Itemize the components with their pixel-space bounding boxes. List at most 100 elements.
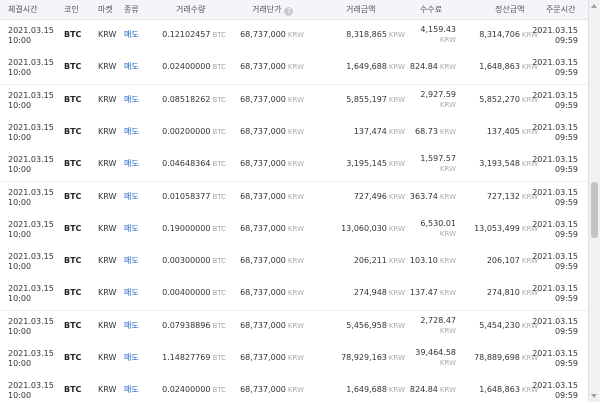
settlement: 206,107 KRW <box>462 256 538 266</box>
price-value: 68,737,000 <box>240 94 286 104</box>
unit: KRW <box>287 321 304 330</box>
header-settle[interactable]: 정산금액 <box>495 4 524 15</box>
settlement: 1,648,863 KRW <box>462 62 538 72</box>
unit: KRW <box>388 257 405 266</box>
unit: KRW <box>287 289 304 298</box>
header-market[interactable]: 마켓 <box>98 4 113 15</box>
fee-value: 39,464.58 <box>415 348 456 357</box>
amount-value: 137,474 <box>353 126 387 136</box>
table-row[interactable]: 2021.03.15 10:00 BTC KRW 매도 0.19000000 BTC 68,7… <box>0 213 588 247</box>
price-value: 68,737,000 <box>240 191 286 201</box>
unit: KRW <box>439 229 456 238</box>
amount-value: 5,456,958 <box>346 320 387 330</box>
header-order-time[interactable]: 주문시간 <box>546 4 575 15</box>
header-coin[interactable]: 코인 <box>64 4 79 15</box>
settlement: 78,889,698 KRW <box>462 353 538 363</box>
header-price[interactable]: 거래단가? <box>252 4 294 16</box>
price-value: 68,737,000 <box>240 30 286 39</box>
scrollbar[interactable] <box>588 0 600 402</box>
price-value: 68,737,000 <box>240 353 286 362</box>
trade-date: 2021.03.15 <box>8 252 54 262</box>
table-row[interactable]: 2021.03.15 10:00 BTC KRW 매도 0.00300000 BTC 68,7… <box>0 246 588 280</box>
amount-value: 274,948 <box>353 288 387 298</box>
header-fee[interactable]: 수수료 <box>420 4 442 15</box>
unit: KRW <box>439 359 456 367</box>
unit: KRW <box>287 63 304 72</box>
coin: BTC <box>64 353 82 362</box>
trade-time: 10:00 <box>8 68 32 78</box>
scrollbar-thumb[interactable] <box>591 182 598 238</box>
unit: KRW <box>439 257 456 266</box>
quantity-value: 0.00300000 <box>162 256 211 266</box>
settlement-value: 137,405 <box>486 126 520 136</box>
table-row[interactable]: 2021.03.15 10:00 BTC KRW 매도 1.14827769 BTC 68,7… <box>0 343 588 376</box>
settlement: 3,193,548 KRW <box>462 159 538 169</box>
quantity-value: 0.02400000 <box>162 385 211 395</box>
settlement-value: 274,810 <box>486 288 520 298</box>
price: 68,737,000 KRW <box>238 256 304 266</box>
price-value: 68,737,000 <box>240 126 286 136</box>
fee: 824.84 KRW <box>408 62 456 72</box>
coin: BTC <box>64 385 82 395</box>
order-date: 2021.03.15 <box>532 349 578 358</box>
header-amount[interactable]: 거래금액 <box>346 4 375 15</box>
market: KRW <box>98 191 117 201</box>
quantity-value: 0.00400000 <box>162 288 211 298</box>
side: 매도 <box>124 256 139 266</box>
scroll-up-arrow-icon[interactable] <box>591 4 597 8</box>
side: 매도 <box>124 223 139 233</box>
scroll-down-arrow-icon[interactable] <box>591 394 597 398</box>
unit: KRW <box>287 386 304 395</box>
table-row[interactable]: 2021.03.15 10:00 BTC KRW 매도 0.12102457 BTC 68,7… <box>0 20 588 53</box>
order-time: 09:59 <box>554 262 578 272</box>
unit: KRW <box>287 95 304 104</box>
fee-value: 68.73 <box>415 126 438 136</box>
quantity-value: 0.02400000 <box>162 62 211 72</box>
header-time[interactable]: 체결시간 <box>8 4 37 15</box>
order-date: 2021.03.15 <box>532 284 578 294</box>
table-row[interactable]: 2021.03.15 10:00 BTC KRW 매도 0.04648364 BTC 68,7… <box>0 149 588 183</box>
order-time: 09:59 <box>554 165 578 175</box>
help-icon[interactable]: ? <box>284 7 294 16</box>
amount: 5,855,197 KRW <box>310 95 405 105</box>
side: 매도 <box>124 191 139 201</box>
table-row[interactable]: 2021.03.15 10:00 BTC KRW 매도 0.01058377 BTC 68,7… <box>0 181 588 215</box>
price: 68,737,000 KRW <box>238 224 304 234</box>
settlement-value: 8,314,706 <box>479 30 520 39</box>
trade-date: 2021.03.15 <box>8 122 54 132</box>
price: 68,737,000 KRW <box>238 385 304 395</box>
header-qty[interactable]: 거래수량 <box>176 4 205 15</box>
unit: KRW <box>388 31 405 39</box>
amount-value: 3,195,145 <box>346 159 387 169</box>
header-side[interactable]: 종류 <box>124 4 139 15</box>
coin: BTC <box>64 288 82 298</box>
price-value: 68,737,000 <box>240 288 286 298</box>
trade-date: 2021.03.15 <box>8 349 54 358</box>
side: 매도 <box>124 385 139 395</box>
amount: 274,948 KRW <box>310 288 405 298</box>
order-time: 09:59 <box>554 68 578 78</box>
coin: BTC <box>64 223 82 233</box>
unit: KRW <box>388 95 405 104</box>
settlement: 5,454,230 KRW <box>462 321 538 331</box>
table-row[interactable]: 2021.03.15 10:00 BTC KRW 매도 0.07938896 BTC 68,7… <box>0 310 588 344</box>
quantity-value: 0.01058377 <box>162 191 211 201</box>
trade-time: 10:00 <box>8 197 32 207</box>
table-row[interactable]: 2021.03.15 10:00 BTC KRW 매도 0.00400000 BTC 68,7… <box>0 278 588 312</box>
side: 매도 <box>124 320 139 330</box>
trade-time: 10:00 <box>8 36 32 45</box>
settlement: 137,405 KRW <box>462 127 538 137</box>
table-row[interactable]: 2021.03.15 10:00 BTC KRW 매도 0.08518262 BTC 68,7… <box>0 84 588 118</box>
unit: KRW <box>439 386 456 395</box>
fee-value: 2,728.47 <box>420 315 456 325</box>
coin: BTC <box>64 126 82 136</box>
quantity: 0.00300000 BTC <box>139 256 226 266</box>
table-row[interactable]: 2021.03.15 10:00 BTC KRW 매도 0.02400000 BTC 68,7… <box>0 52 588 86</box>
market: KRW <box>98 94 117 104</box>
table-row[interactable]: 2021.03.15 10:00 BTC KRW 매도 0.02400000 BTC 68,7… <box>0 375 588 402</box>
side: 매도 <box>124 30 139 39</box>
amount: 1,649,688 KRW <box>310 62 405 72</box>
table-row[interactable]: 2021.03.15 10:00 BTC KRW 매도 0.00200000 BTC 68,7… <box>0 116 588 150</box>
trade-date: 2021.03.15 <box>8 90 54 100</box>
amount-value: 8,318,865 <box>346 30 387 39</box>
